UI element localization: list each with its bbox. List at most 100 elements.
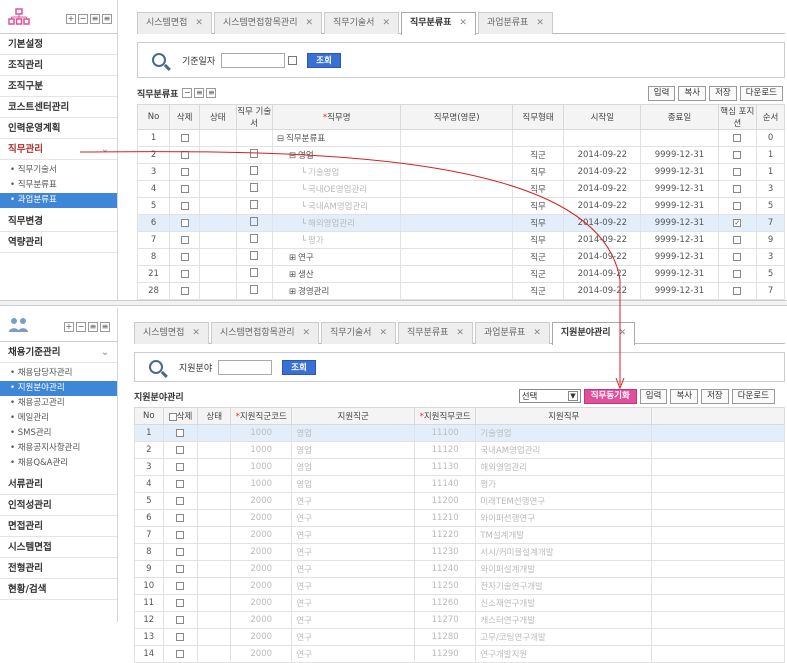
tab[interactable]: 직무기술서 ✕: [321, 322, 396, 344]
expand-icon[interactable]: ⊞: [289, 270, 296, 280]
core-position-checkbox[interactable]: [733, 184, 742, 193]
delete-cell[interactable]: [169, 146, 201, 164]
list-icon[interactable]: ≡: [88, 322, 98, 332]
desc-cell[interactable]: [235, 282, 273, 300]
document-copy-icon[interactable]: [250, 251, 259, 260]
action-button[interactable]: 저장: [709, 85, 737, 101]
delete-cell[interactable]: [162, 594, 199, 612]
table-row[interactable]: 4 └ 국내OE영업관리 직무 2014-09-22 9999-12-31 3: [136, 180, 785, 198]
delete-checkbox[interactable]: [180, 167, 189, 176]
tab[interactable]: 직무분류표 ✕: [400, 12, 476, 35]
table-row[interactable]: 21 ⊞ 생산 직군 2014-09-22 9999-12-31 5: [136, 265, 785, 283]
close-icon[interactable]: ✕: [536, 18, 544, 28]
expand-icon[interactable]: ⊞: [289, 253, 296, 263]
sync-jobs-button[interactable]: 직무동기화: [583, 388, 637, 404]
collapse-icon[interactable]: ⊟: [277, 134, 284, 144]
delete-cell[interactable]: [162, 492, 199, 510]
table-row[interactable]: 6 └ 해외영업관리 직무 2014-09-22 9999-12-31 ✓ 7: [136, 214, 785, 232]
delete-cell[interactable]: [162, 458, 199, 476]
menu-item[interactable]: 기본설정: [0, 34, 117, 55]
delete-checkbox[interactable]: [176, 462, 185, 471]
close-icon[interactable]: ✕: [379, 328, 387, 338]
close-icon[interactable]: ✕: [459, 18, 467, 28]
delete-checkbox[interactable]: [180, 150, 189, 159]
table-row[interactable]: 7 2000 연구 11220 TM설계개발: [134, 526, 785, 544]
close-icon[interactable]: ✕: [302, 328, 310, 338]
core-cell[interactable]: [717, 248, 758, 266]
menu-open-recruit[interactable]: 채용기준관리 ⌄: [0, 342, 117, 363]
table-row[interactable]: 2 ⊟ 영업 직군 2014-09-22 9999-12-31 1: [136, 146, 785, 164]
menu-item[interactable]: 시스템면접: [0, 537, 117, 558]
tab[interactable]: 과업분류표 ✕: [474, 322, 550, 344]
close-icon[interactable]: ✕: [456, 328, 464, 338]
core-cell[interactable]: [717, 163, 758, 181]
close-icon[interactable]: ✕: [192, 328, 200, 338]
delete-cell[interactable]: [162, 645, 199, 663]
delete-checkbox[interactable]: [180, 252, 189, 261]
table-row[interactable]: 14 2000 연구 11290 연구개발지원: [134, 645, 785, 663]
submenu-item[interactable]: • 지원분야관리: [0, 381, 117, 396]
table-row[interactable]: 1 1000 영업 11100 기술영업: [134, 424, 785, 442]
menu-item[interactable]: 조직관리: [0, 55, 117, 76]
list-icon[interactable]: ≡: [194, 88, 205, 98]
core-cell[interactable]: [717, 129, 758, 147]
core-cell[interactable]: [717, 231, 758, 249]
delete-checkbox[interactable]: [176, 428, 185, 437]
delete-cell[interactable]: [162, 560, 199, 578]
desc-cell[interactable]: [235, 265, 273, 283]
delete-checkbox[interactable]: [176, 581, 185, 590]
delete-cell[interactable]: [169, 265, 201, 283]
core-position-checkbox[interactable]: [733, 269, 742, 278]
core-position-checkbox[interactable]: ✓: [733, 218, 742, 227]
menu-item[interactable]: 조직구분: [0, 76, 117, 97]
core-position-checkbox[interactable]: [733, 252, 742, 261]
submenu-item[interactable]: • 채용담당자관리: [0, 366, 117, 381]
desc-cell[interactable]: [235, 197, 273, 215]
core-position-checkbox[interactable]: [733, 150, 742, 159]
delete-cell[interactable]: [169, 180, 201, 198]
delete-checkbox[interactable]: [176, 479, 185, 488]
delete-cell[interactable]: [162, 441, 199, 459]
document-copy-icon[interactable]: [250, 217, 259, 226]
delete-cell[interactable]: [169, 214, 201, 232]
table-row[interactable]: 3 1000 영업 11130 해외영업관리: [134, 458, 785, 476]
desc-cell[interactable]: [235, 248, 273, 266]
core-position-checkbox[interactable]: [733, 201, 742, 210]
tab[interactable]: 직무기술서 ✕: [324, 12, 399, 34]
menu-item[interactable]: 코스트센터관리: [0, 97, 117, 118]
list-icon-2[interactable]: ≡: [206, 88, 217, 98]
tab[interactable]: 직무분류표 ✕: [397, 322, 473, 344]
delete-checkbox[interactable]: [176, 445, 185, 454]
delete-checkbox[interactable]: [176, 496, 185, 505]
table-row[interactable]: 5 2000 연구 11200 미래TEM선행연구: [134, 492, 785, 510]
core-position-checkbox[interactable]: [733, 167, 742, 176]
core-position-checkbox[interactable]: [733, 286, 742, 295]
delete-cell[interactable]: [162, 509, 199, 527]
delete-cell[interactable]: [162, 475, 199, 493]
delete-cell[interactable]: [169, 282, 201, 300]
menu-item[interactable]: 직무변경: [0, 211, 117, 232]
delete-cell[interactable]: [162, 577, 199, 595]
delete-checkbox[interactable]: [176, 632, 185, 641]
delete-cell[interactable]: [169, 248, 201, 266]
action-button[interactable]: 복사: [678, 85, 707, 101]
delete-checkbox[interactable]: [176, 530, 185, 539]
delete-checkbox[interactable]: [180, 235, 189, 244]
document-copy-icon[interactable]: [250, 285, 259, 294]
tab[interactable]: 과업분류표 ✕: [477, 12, 553, 34]
delete-cell[interactable]: [162, 424, 199, 442]
submenu-item[interactable]: • SMS관리: [0, 426, 117, 441]
list-icon-2[interactable]: ≡: [102, 14, 112, 24]
tab[interactable]: 시스템면접항목관리 ✕: [213, 12, 323, 34]
desc-cell[interactable]: [235, 129, 273, 147]
desc-cell[interactable]: [235, 214, 273, 232]
delete-cell[interactable]: [169, 231, 201, 249]
search-button[interactable]: 조회: [307, 52, 341, 68]
document-copy-icon[interactable]: [250, 149, 259, 158]
table-row[interactable]: 9 2000 연구 11240 와이퍼설계개발: [134, 560, 785, 578]
tab[interactable]: 시스템면접 ✕: [134, 322, 209, 344]
document-copy-icon[interactable]: [250, 268, 259, 277]
table-row[interactable]: 8 ⊞ 연구 직군 2014-09-22 9999-12-31 3: [136, 248, 785, 266]
delete-cell[interactable]: [162, 628, 199, 646]
menu-item[interactable]: 인적성관리: [0, 495, 117, 516]
